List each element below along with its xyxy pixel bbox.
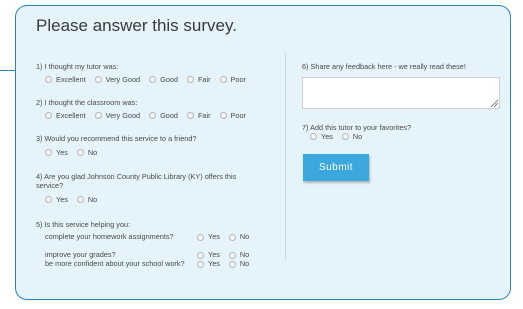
- q1-option-excellent[interactable]: Excellent: [45, 75, 86, 84]
- radio-button[interactable]: [228, 251, 236, 259]
- radio-button[interactable]: [45, 149, 52, 156]
- radio-button[interactable]: [76, 149, 84, 156]
- q2-option-very-good[interactable]: Very Good: [94, 111, 140, 120]
- q2-option-fair[interactable]: Fair: [186, 111, 211, 120]
- radio-button[interactable]: [341, 133, 349, 140]
- q1-option-poor[interactable]: Poor: [219, 75, 246, 84]
- q5-item-options: Yes No: [197, 251, 258, 259]
- q5-item-label: be more confident about your school work…: [45, 259, 185, 268]
- q7-option-no[interactable]: No: [341, 132, 362, 141]
- submit-button[interactable]: Submit: [303, 154, 369, 181]
- q4-option-no[interactable]: No: [76, 195, 97, 204]
- q7-options: Yes No: [310, 132, 371, 141]
- q5-grades-yes[interactable]: Yes: [197, 251, 220, 259]
- q1-question: 1) I thought my tutor was:: [36, 62, 119, 71]
- q6-question: 6) Share any feedback here - we really r…: [302, 62, 466, 71]
- q2-options: Excellent Very Good Good Fair Poor: [45, 111, 255, 120]
- feedback-textarea[interactable]: [302, 77, 500, 109]
- q1-option-very-good[interactable]: Very Good: [94, 75, 140, 84]
- q5-confidence-no[interactable]: No: [228, 260, 249, 268]
- radio-button[interactable]: [186, 76, 194, 83]
- radio-button[interactable]: [228, 233, 236, 241]
- q3-option-no[interactable]: No: [76, 148, 97, 157]
- q4-question: 4) Are you glad Johnson County Public Li…: [36, 172, 237, 190]
- q5-item-label: complete your homework assignments?: [45, 232, 174, 241]
- q1-options: Excellent Very Good Good Fair Poor: [45, 75, 255, 84]
- q2-option-good[interactable]: Good: [149, 111, 178, 120]
- q1-option-fair[interactable]: Fair: [186, 75, 211, 84]
- radio-button[interactable]: [197, 251, 204, 259]
- survey-title: Please answer this survey.: [36, 16, 237, 35]
- q1-option-good[interactable]: Good: [149, 75, 178, 84]
- q5-homework-yes[interactable]: Yes: [197, 233, 220, 241]
- q4-options: Yes No: [45, 195, 106, 204]
- radio-button[interactable]: [149, 112, 157, 119]
- q5-grades-no[interactable]: No: [228, 251, 249, 259]
- radio-button[interactable]: [197, 260, 204, 268]
- resize-grip-icon[interactable]: [490, 99, 498, 107]
- q2-option-poor[interactable]: Poor: [219, 111, 246, 120]
- q5-question: 5) Is this service helping you:: [36, 220, 131, 229]
- q5-confidence-yes[interactable]: Yes: [197, 260, 220, 268]
- q5-item-options: Yes No: [197, 233, 258, 241]
- radio-button[interactable]: [310, 133, 317, 140]
- radio-button[interactable]: [76, 196, 84, 203]
- radio-button[interactable]: [94, 112, 102, 119]
- survey-card: Please answer this survey. 1) I thought …: [15, 5, 511, 300]
- q7-question: 7) Add this tutor to your favorites?: [302, 123, 412, 132]
- radio-button[interactable]: [45, 196, 52, 203]
- radio-button[interactable]: [149, 76, 157, 83]
- q5-homework-no[interactable]: No: [228, 233, 249, 241]
- radio-button[interactable]: [45, 76, 52, 83]
- q5-item-options: Yes No: [197, 260, 258, 268]
- radio-button[interactable]: [45, 112, 52, 119]
- radio-button[interactable]: [197, 233, 204, 241]
- radio-button[interactable]: [94, 76, 102, 83]
- q2-option-excellent[interactable]: Excellent: [45, 111, 86, 120]
- q4-option-yes[interactable]: Yes: [45, 195, 68, 204]
- q7-option-yes[interactable]: Yes: [310, 132, 333, 141]
- q3-option-yes[interactable]: Yes: [45, 148, 68, 157]
- q5-item-label: improve your grades?: [45, 250, 116, 259]
- radio-button[interactable]: [228, 260, 236, 268]
- radio-button[interactable]: [186, 112, 194, 119]
- q3-options: Yes No: [45, 148, 106, 157]
- radio-button[interactable]: [219, 112, 227, 119]
- radio-button[interactable]: [219, 76, 227, 83]
- q3-question: 3) Would you recommend this service to a…: [36, 134, 197, 143]
- column-divider: [285, 53, 286, 260]
- q2-question: 2) I thought the classroom was:: [36, 98, 138, 107]
